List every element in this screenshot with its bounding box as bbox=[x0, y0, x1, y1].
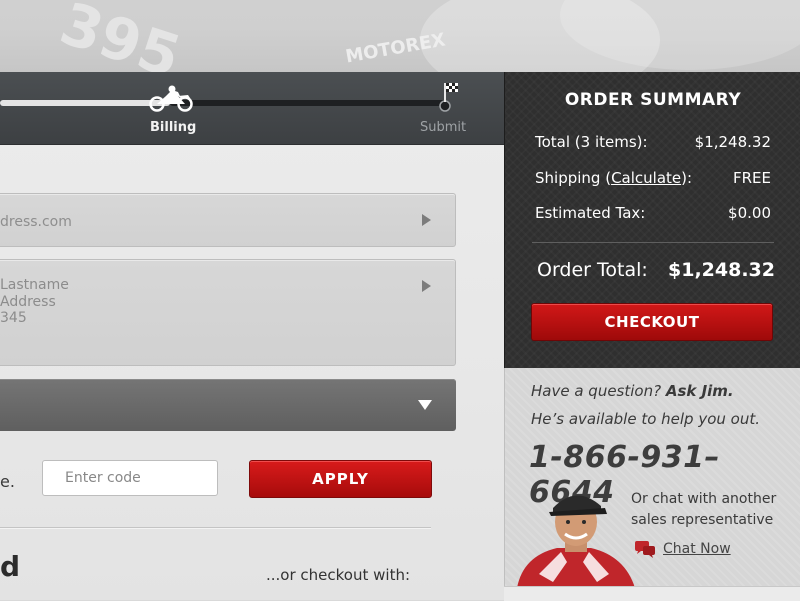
shipping-label-suffix: ): bbox=[681, 169, 693, 187]
step-submit-label: Submit bbox=[420, 120, 467, 135]
address-line: Lastname bbox=[0, 277, 69, 293]
tax-label: Estimated Tax: bbox=[535, 204, 646, 222]
address-line: 345 bbox=[0, 310, 27, 326]
order-summary-title: ORDER SUMMARY bbox=[564, 90, 742, 110]
hero-banner: 395 MOTOREX bbox=[0, 0, 800, 72]
motorcycle-icon bbox=[149, 85, 193, 112]
chat-prompt-text: Or chat with another sales representativ… bbox=[631, 491, 777, 528]
checkout-progress-bar: Billing Submit bbox=[0, 72, 504, 145]
banner-number: 395 bbox=[52, 0, 189, 72]
chat-bubble-icon bbox=[635, 541, 655, 558]
total-items-value: $1,248.32 bbox=[694, 133, 771, 151]
finish-flag-icon bbox=[439, 83, 458, 112]
checkout-button[interactable]: CHECKOUT bbox=[531, 303, 773, 341]
shipping-label-prefix: Shipping ( bbox=[535, 169, 612, 187]
order-summary-panel: ORDER SUMMARY Total (3 items): $1,248.32… bbox=[504, 72, 800, 368]
promo-code-input[interactable] bbox=[42, 460, 218, 496]
help-panel: Have a question? Ask Jim. He’s available… bbox=[504, 368, 800, 588]
email-value: dress.com bbox=[0, 214, 72, 230]
help-question-prefix: Have a question? bbox=[531, 382, 666, 400]
help-question-bold: Ask Jim. bbox=[665, 382, 734, 400]
order-total-label: Order Total: bbox=[537, 259, 648, 281]
tax-value: $0.00 bbox=[728, 204, 771, 222]
checkout-with-label: ...or checkout with: bbox=[266, 566, 411, 584]
payment-dropdown[interactable] bbox=[0, 379, 456, 431]
address-field[interactable]: Lastname Address 345 bbox=[0, 259, 456, 366]
promo-code-label: e. bbox=[0, 472, 15, 491]
support-agent-avatar bbox=[517, 495, 635, 588]
help-question: Have a question? Ask Jim. bbox=[531, 382, 734, 400]
progress-track-completed bbox=[0, 100, 170, 106]
shipping-label: Shipping (Calculate): bbox=[535, 169, 692, 187]
calculate-shipping-link[interactable]: Calculate bbox=[611, 169, 681, 187]
apply-button[interactable]: APPLY bbox=[249, 460, 432, 498]
shipping-value: FREE bbox=[732, 169, 771, 187]
chevron-down-icon bbox=[418, 400, 432, 410]
chat-now-link[interactable]: Chat Now bbox=[663, 541, 731, 557]
address-line: Address bbox=[0, 294, 56, 310]
section-heading: d bbox=[0, 550, 21, 583]
chevron-right-icon bbox=[422, 280, 431, 292]
footer-strip bbox=[504, 586, 800, 601]
summary-divider bbox=[532, 242, 774, 243]
order-total-value: $1,248.32 bbox=[668, 259, 775, 281]
email-field[interactable]: dress.com bbox=[0, 193, 456, 247]
progress-track-remaining bbox=[170, 100, 446, 106]
section-divider bbox=[0, 527, 431, 529]
chevron-right-icon bbox=[422, 214, 431, 226]
total-items-label: Total (3 items): bbox=[535, 133, 648, 151]
checkout-form-panel: Billing Submit dress.com Lastname Addres… bbox=[0, 72, 504, 600]
help-subtext: He’s available to help you out. bbox=[531, 410, 761, 428]
step-billing-label: Billing bbox=[150, 120, 197, 135]
